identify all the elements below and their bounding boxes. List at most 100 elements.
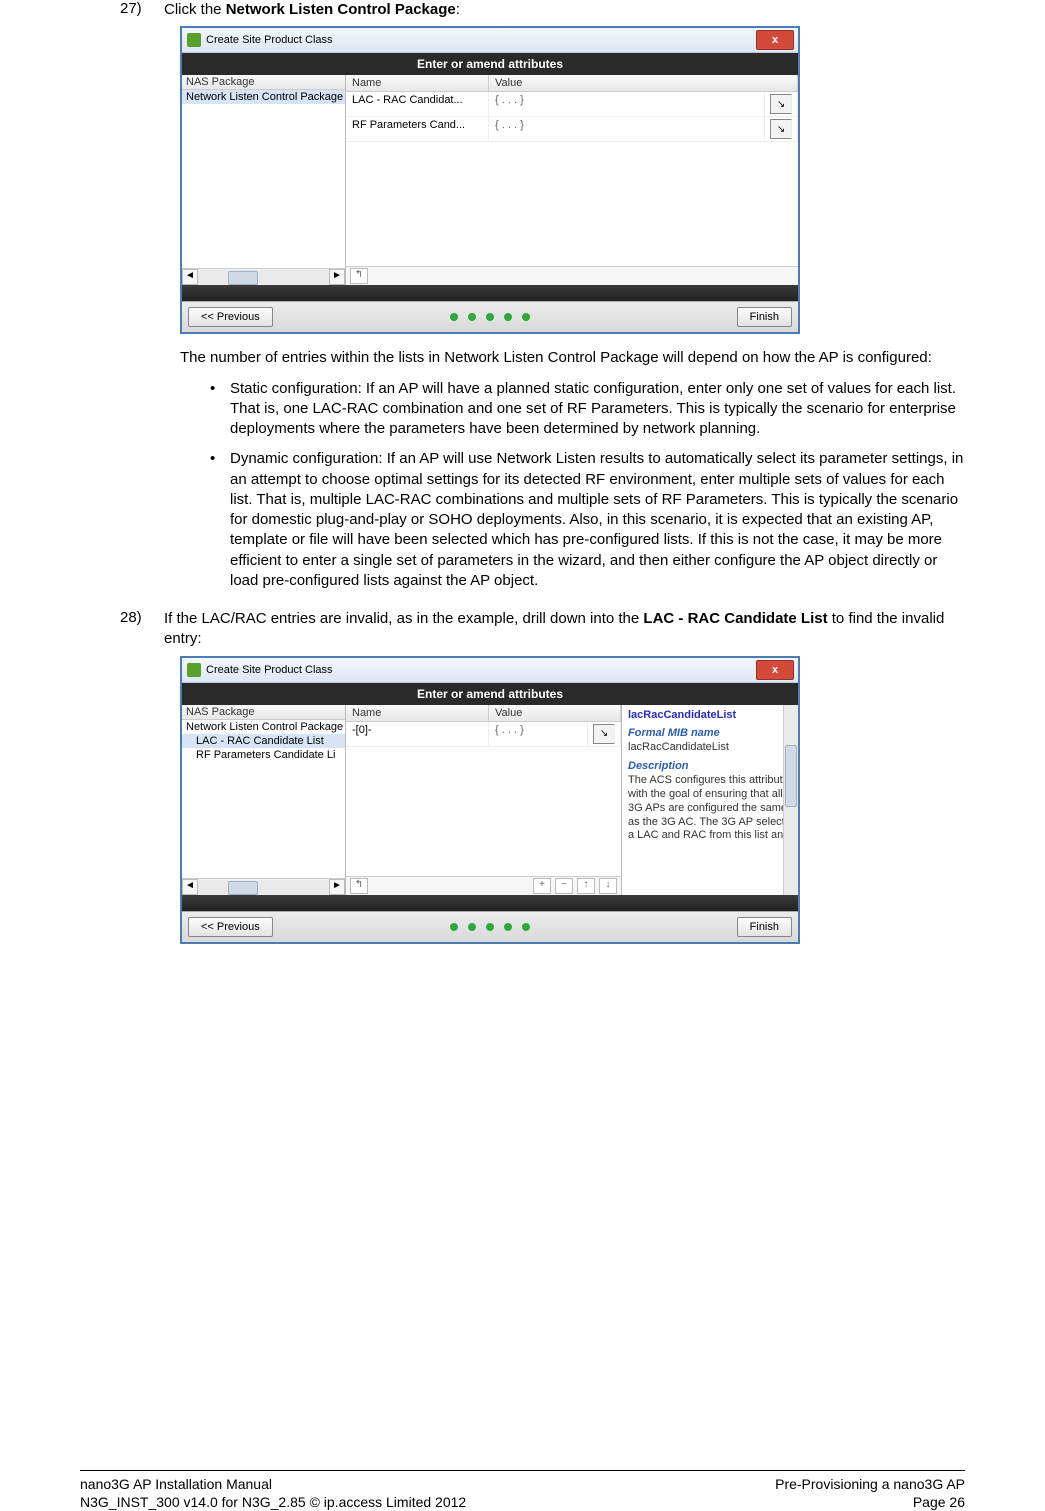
wizard-footer: << Previous Finish: [182, 911, 798, 942]
table-header: Name Value: [346, 705, 621, 722]
dialog-banner: Enter or amend attributes: [182, 683, 798, 705]
tree-scrollbar[interactable]: ◄ ►: [182, 878, 345, 895]
status-bar: [182, 895, 798, 911]
row-toolbar: ↰: [346, 266, 798, 285]
bullet-text: Static configuration: If an AP will have…: [230, 379, 965, 440]
scroll-track[interactable]: [198, 880, 329, 894]
progress-dot: [450, 923, 458, 931]
col-name-header: Name: [346, 705, 489, 721]
step-text-suffix: :: [456, 1, 460, 18]
previous-button[interactable]: << Previous: [188, 917, 273, 937]
scroll-track[interactable]: [198, 270, 329, 284]
tree-pane: NAS Package Network Listen Control Packa…: [182, 75, 346, 285]
window-title: Create Site Product Class: [206, 664, 333, 676]
remove-button[interactable]: −: [555, 878, 573, 894]
row-expand-button[interactable]: ↘: [765, 92, 798, 116]
arrow-right-icon: ↘: [593, 724, 615, 744]
finish-button[interactable]: Finish: [737, 307, 792, 327]
up-level-button[interactable]: ↰: [350, 268, 368, 284]
progress-dot: [450, 313, 458, 321]
page-footer: nano3G AP Installation Manual N3G_INST_3…: [80, 1470, 965, 1511]
tree[interactable]: NAS Package Network Listen Control Packa…: [182, 75, 345, 268]
bullet-list: • Static configuration: If an AP will ha…: [210, 379, 965, 592]
wizard-progress: [450, 313, 530, 321]
attributes-pane: Name Value LAC - RAC Candidat... { . . .…: [346, 75, 798, 285]
table-row[interactable]: LAC - RAC Candidat... { . . . } ↘: [346, 92, 798, 117]
cell-value: { . . . }: [489, 722, 588, 746]
scroll-thumb[interactable]: [228, 271, 258, 285]
scroll-right-icon[interactable]: ►: [329, 269, 345, 285]
row-toolbar: ↰ + − ↑ ↓: [346, 876, 621, 895]
arrow-right-icon: ↘: [770, 119, 792, 139]
step-text-bold: Network Listen Control Package: [226, 1, 456, 18]
step-text: If the LAC/RAC entries are invalid, as i…: [164, 609, 965, 650]
progress-dot: [522, 923, 530, 931]
row-expand-button[interactable]: ↘: [588, 722, 621, 746]
step-text-prefix: Click the: [164, 1, 226, 18]
step-number: 28): [120, 609, 164, 650]
close-button[interactable]: x: [756, 30, 794, 50]
screenshot-1: Create Site Product Class x Enter or ame…: [180, 26, 800, 334]
table-row[interactable]: RF Parameters Cand... { . . . } ↘: [346, 117, 798, 142]
tree-item[interactable]: Network Listen Control Package: [182, 720, 345, 734]
tree-item-selected[interactable]: LAC - RAC Candidate List: [182, 734, 345, 748]
help-subtitle: Formal MIB name: [628, 727, 792, 739]
tree-item[interactable]: RF Parameters Candidate Li: [182, 748, 345, 762]
status-bar: [182, 285, 798, 301]
tree-item-selected[interactable]: Network Listen Control Package: [182, 90, 345, 104]
table-header: Name Value: [346, 75, 798, 92]
list-item: • Dynamic configuration: If an AP will u…: [210, 449, 965, 591]
col-value-header: Value: [489, 705, 621, 721]
wizard-progress: [450, 923, 530, 931]
bullet-mark: •: [210, 379, 230, 440]
screenshot-2: Create Site Product Class x Enter or ame…: [180, 656, 800, 944]
step-number: 27): [120, 0, 164, 20]
cell-name: -[0]-: [346, 722, 489, 746]
finish-button[interactable]: Finish: [737, 917, 792, 937]
tree[interactable]: NAS Package Network Listen Control Packa…: [182, 705, 345, 878]
close-icon: x: [772, 664, 778, 676]
progress-dot: [486, 313, 494, 321]
tree-scrollbar[interactable]: ◄ ►: [182, 268, 345, 285]
table-row[interactable]: -[0]- { . . . } ↘: [346, 722, 621, 747]
col-name-header: Name: [346, 75, 489, 91]
progress-dot: [486, 923, 494, 931]
dialog-body: NAS Package Network Listen Control Packa…: [182, 705, 798, 895]
scroll-left-icon[interactable]: ◄: [182, 879, 198, 895]
up-level-button[interactable]: ↰: [350, 878, 368, 894]
window-titlebar: Create Site Product Class x: [182, 28, 798, 53]
progress-dot: [504, 313, 512, 321]
footer-manual-title: nano3G AP Installation Manual: [80, 1475, 466, 1493]
scroll-thumb[interactable]: [785, 745, 797, 807]
attributes-pane: Name Value -[0]- { . . . } ↘ ↰ + − ↑ ↓: [346, 705, 621, 895]
scroll-right-icon[interactable]: ►: [329, 879, 345, 895]
help-mibname: lacRacCandidateList: [628, 741, 792, 755]
wizard-footer: << Previous Finish: [182, 301, 798, 332]
cell-name: RF Parameters Cand...: [346, 117, 489, 141]
progress-dot: [468, 313, 476, 321]
footer-page-number: Page 26: [775, 1493, 965, 1511]
cell-value: { . . . }: [489, 92, 765, 116]
move-up-button[interactable]: ↑: [577, 878, 595, 894]
tree-header[interactable]: NAS Package: [182, 75, 345, 90]
step-text-prefix: If the LAC/RAC entries are invalid, as i…: [164, 610, 643, 627]
list-item: • Static configuration: If an AP will ha…: [210, 379, 965, 440]
previous-button[interactable]: << Previous: [188, 307, 273, 327]
step-text-bold: LAC - RAC Candidate List: [643, 610, 827, 627]
app-icon: [187, 33, 201, 47]
footer-version: N3G_INST_300 v14.0 for N3G_2.85 © ip.acc…: [80, 1493, 466, 1511]
bullet-mark: •: [210, 449, 230, 591]
window-titlebar: Create Site Product Class x: [182, 658, 798, 683]
close-button[interactable]: x: [756, 660, 794, 680]
close-icon: x: [772, 34, 778, 46]
tree-pane: NAS Package Network Listen Control Packa…: [182, 705, 346, 895]
add-button[interactable]: +: [533, 878, 551, 894]
paragraph: The number of entries within the lists i…: [180, 348, 965, 368]
help-scrollbar[interactable]: [783, 705, 798, 895]
scroll-left-icon[interactable]: ◄: [182, 269, 198, 285]
tree-item[interactable]: NAS Package: [182, 705, 345, 720]
move-down-button[interactable]: ↓: [599, 878, 617, 894]
cell-value: { . . . }: [489, 117, 765, 141]
row-expand-button[interactable]: ↘: [765, 117, 798, 141]
scroll-thumb[interactable]: [228, 881, 258, 895]
